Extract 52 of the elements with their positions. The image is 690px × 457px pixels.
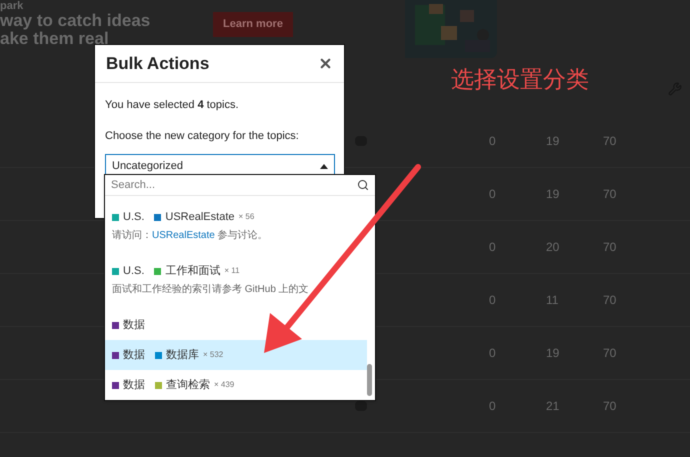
table-cell-text: 0 <box>489 345 497 362</box>
close-icon[interactable] <box>318 56 333 71</box>
scrollbar-thumb[interactable] <box>367 364 372 396</box>
topic-count: × 11 <box>224 265 240 277</box>
table-cell-text: 19 <box>546 345 560 362</box>
category-link[interactable]: USRealEstate <box>152 230 215 242</box>
table-cell-text: 70 <box>603 398 618 415</box>
category-option[interactable]: 数据 <box>105 310 367 340</box>
category-name: 工作和面试 <box>165 264 220 279</box>
caret-icon <box>320 164 328 169</box>
category-option[interactable]: U.S. USRealEstate × 56 请访问：USRealEstate 参与讨论。 <box>105 202 367 250</box>
category-name: 查询检索 <box>166 378 210 393</box>
table-cell-text: 0 <box>489 398 497 415</box>
category-option[interactable]: U.S. 工作和面试 × 11 面试和工作经验的索引请参考 GitHub 上的文 <box>105 256 367 304</box>
table-cell-text: 0 <box>489 186 497 203</box>
learn-more-button[interactable]: Learn more <box>213 12 293 37</box>
category-name: 数据 <box>123 378 145 393</box>
category-description: 请访问：USRealEstate 参与讨论。 <box>112 228 269 244</box>
table-cell-text: 70 <box>603 239 618 256</box>
category-prompt: Choose the new category for the topics: <box>105 128 300 144</box>
table-cell-text: 0 <box>489 292 497 309</box>
table-cell-text: 19 <box>546 133 560 150</box>
brand-text: park <box>0 0 24 12</box>
headline-text: way to catch ideas <box>0 12 152 30</box>
table-cell-text: 20 <box>546 239 560 256</box>
category-description: 面试和工作经验的索引请参考 GitHub 上的文 <box>112 282 310 298</box>
category-name: U.S. <box>123 264 144 279</box>
table-cell-text: 70 <box>603 133 618 150</box>
topic-count: × 532 <box>203 349 224 361</box>
category-name: 数据 <box>123 348 145 363</box>
table-cell-text: 0 <box>489 133 497 150</box>
table-cell-text: 19 <box>546 186 560 203</box>
category-name: U.S. <box>123 210 144 225</box>
table-cell-text: 70 <box>603 345 618 362</box>
topic-count: × 56 <box>238 211 254 223</box>
category-option[interactable]: 数据 数据库 × 532 <box>105 340 367 370</box>
table-cell-text: 21 <box>546 398 560 415</box>
table-cell-text: 70 <box>603 186 618 203</box>
dialog-title: Bulk Actions <box>106 52 210 75</box>
category-name: 数据 <box>123 318 145 333</box>
table-cell-text: 11 <box>546 292 560 309</box>
category-name: 数据库 <box>166 348 199 363</box>
annotation-text: 选择设置分类 <box>451 65 589 94</box>
selection-message: You have selected 4 topics. <box>105 98 240 113</box>
headline-text: ake them real <box>0 30 110 48</box>
category-name: USRealEstate <box>165 210 234 225</box>
table-cell-text: 70 <box>603 292 618 309</box>
table-cell-text: 0 <box>489 239 497 256</box>
topic-count: × 439 <box>214 379 234 391</box>
search-field[interactable]: Search... <box>111 176 331 194</box>
search-icon[interactable] <box>357 179 369 191</box>
category-option[interactable]: 数据 查询检索 × 439 <box>105 370 367 400</box>
